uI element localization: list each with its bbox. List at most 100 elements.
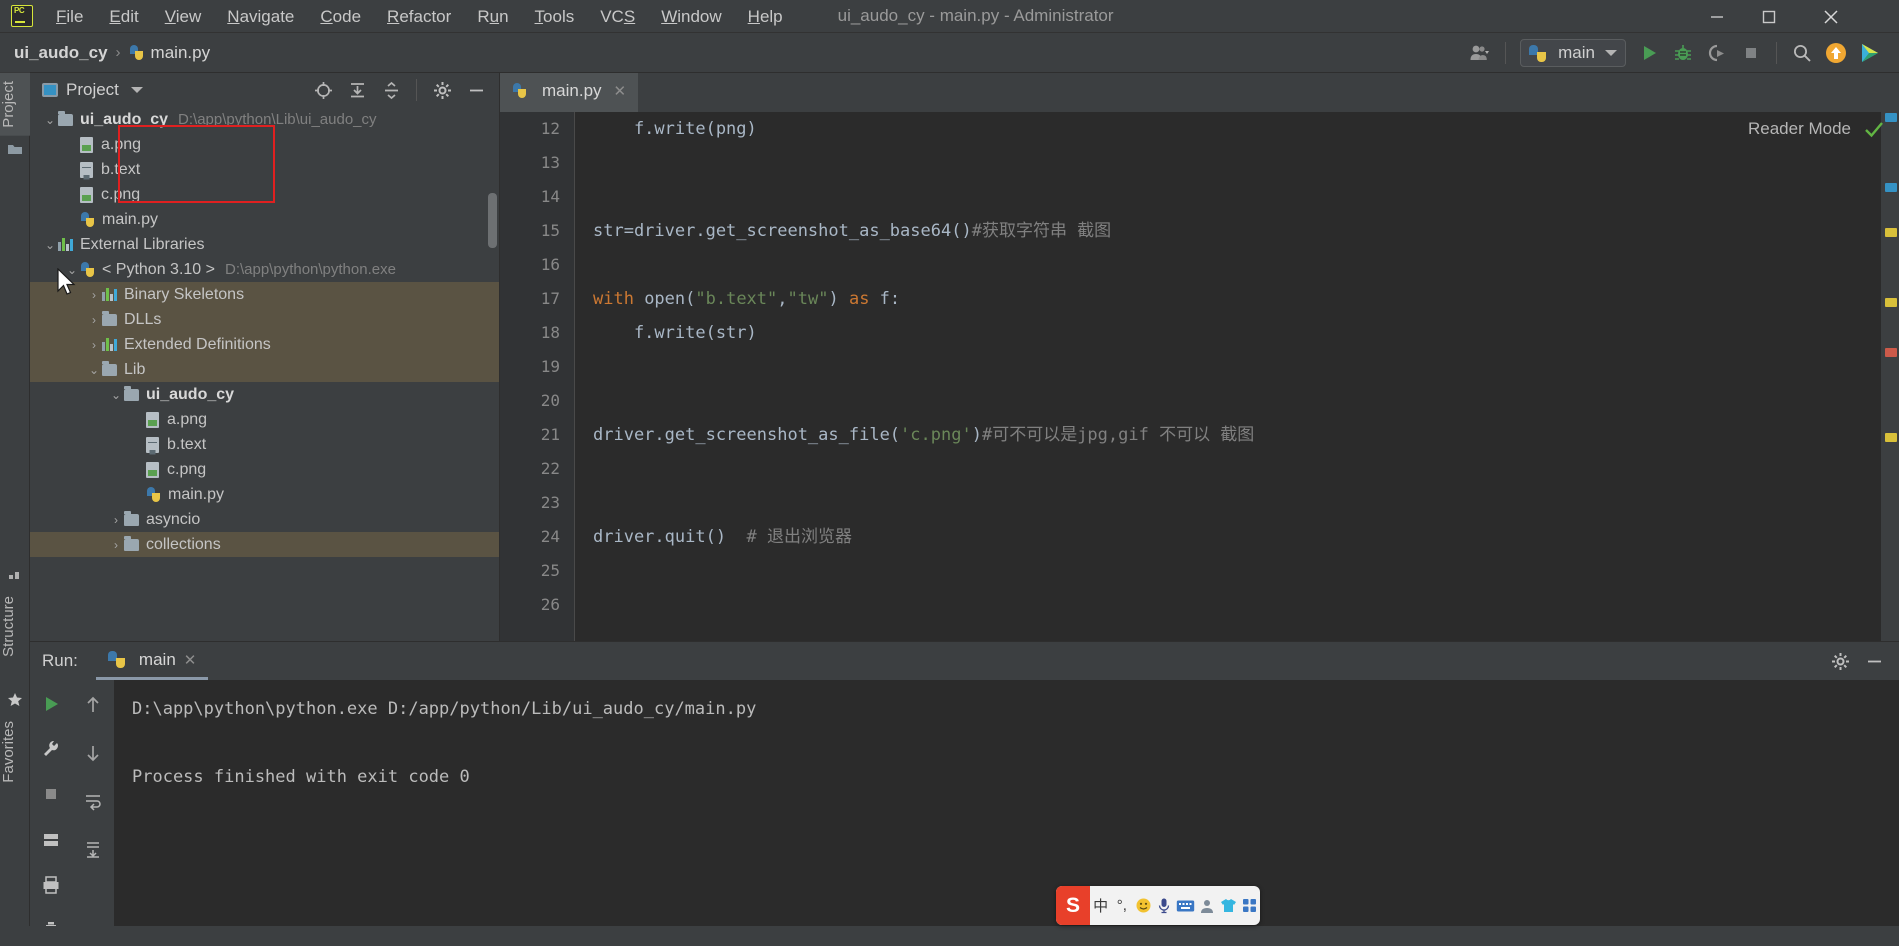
- tree-node-collections[interactable]: › collections: [30, 532, 499, 557]
- tree-node-binskel[interactable]: › Binary Skeletons: [30, 282, 499, 307]
- code-line[interactable]: driver.get_screenshot_as_file('c.png')#可…: [593, 418, 1899, 452]
- scroll-end-icon[interactable]: [76, 832, 110, 866]
- layout-icon[interactable]: [34, 824, 68, 855]
- tree-node-main_py_1[interactable]: main.py: [30, 207, 499, 232]
- collapse-all-icon[interactable]: [374, 73, 408, 107]
- skin-icon[interactable]: [1218, 886, 1239, 925]
- code-line[interactable]: f.write(png): [593, 112, 1899, 146]
- code-text[interactable]: f.write(png) str=driver.get_screenshot_as…: [593, 112, 1899, 641]
- menu-item-refactor[interactable]: Refactor: [374, 0, 464, 33]
- sidebar-item-project[interactable]: Project: [0, 73, 30, 136]
- debug-icon[interactable]: [1666, 36, 1700, 70]
- project-tree[interactable]: ⌄ ui_audo_cy D:\app\python\Lib\ui_audo_cy a…: [30, 107, 499, 641]
- chevron-down-icon[interactable]: ⌄: [86, 363, 102, 377]
- chevron-right-icon[interactable]: ›: [86, 313, 102, 327]
- menu-item-view[interactable]: View: [152, 0, 215, 33]
- tree-node-b_text_2[interactable]: b.text: [30, 432, 499, 457]
- maximize-button[interactable]: [1743, 0, 1795, 33]
- voice-input-icon[interactable]: [1154, 886, 1175, 925]
- code-line[interactable]: [593, 248, 1899, 282]
- update-project-icon[interactable]: [1819, 36, 1853, 70]
- select-opened-file-icon[interactable]: [306, 73, 340, 107]
- run-coverage-icon[interactable]: [1700, 36, 1734, 70]
- stop-icon[interactable]: [1734, 36, 1768, 70]
- inspection-ok-icon[interactable]: [1863, 118, 1885, 140]
- tree-node-uiaudocy2[interactable]: ⌄ ui_audo_cy: [30, 382, 499, 407]
- emoji-icon[interactable]: [1133, 886, 1154, 925]
- tree-node-py310[interactable]: ⌄ < Python 3.10 > D:\app\python\python.exe: [30, 257, 499, 282]
- toolbox-icon[interactable]: [1239, 886, 1260, 925]
- menu-item-window[interactable]: Window: [648, 0, 734, 33]
- code-line[interactable]: [593, 486, 1899, 520]
- settings-gear-icon[interactable]: [425, 73, 459, 107]
- soft-wrap-icon[interactable]: [76, 784, 110, 818]
- hide-panel-icon[interactable]: [1857, 644, 1891, 678]
- tree-node-b_text_1[interactable]: b.text: [30, 157, 499, 182]
- code-line[interactable]: str=driver.get_screenshot_as_base64()#获取…: [593, 214, 1899, 248]
- minimize-button[interactable]: [1691, 0, 1743, 33]
- chevron-right-icon[interactable]: ›: [108, 538, 124, 552]
- close-icon[interactable]: ✕: [614, 82, 627, 100]
- project-scrollbar[interactable]: [488, 193, 497, 248]
- code-line[interactable]: f.write(str): [593, 316, 1899, 350]
- user-icon[interactable]: [1196, 886, 1217, 925]
- code-line[interactable]: [593, 180, 1899, 214]
- language-mode-icon[interactable]: 中: [1090, 886, 1111, 925]
- code-line[interactable]: [593, 384, 1899, 418]
- menu-item-file[interactable]: File: [43, 0, 96, 33]
- close-icon[interactable]: ✕: [184, 651, 197, 669]
- breadcrumb-item-ui_audo_cy[interactable]: ui_audo_cy: [14, 43, 108, 63]
- tree-node-dlls[interactable]: › DLLs: [30, 307, 499, 332]
- code-line[interactable]: [593, 452, 1899, 486]
- editor-marker-strip[interactable]: [1881, 73, 1899, 641]
- tree-node-extdefs[interactable]: › Extended Definitions: [30, 332, 499, 357]
- settings-wrench-icon[interactable]: [34, 733, 68, 764]
- tree-node-root[interactable]: ⌄ ui_audo_cy D:\app\python\Lib\ui_audo_cy: [30, 107, 499, 132]
- tree-node-c_png_2[interactable]: c.png: [30, 457, 499, 482]
- run-console-output[interactable]: D:\app\python\python.exe D:/app/python/L…: [114, 680, 1899, 946]
- chevron-right-icon[interactable]: ›: [108, 513, 124, 527]
- hide-panel-icon[interactable]: [459, 73, 493, 107]
- settings-gear-icon[interactable]: [1823, 644, 1857, 678]
- stop-icon[interactable]: [34, 779, 68, 810]
- print-icon[interactable]: [34, 869, 68, 900]
- sidebar-item-favorites[interactable]: Favorites: [0, 713, 30, 791]
- down-arrow-icon[interactable]: [76, 736, 110, 770]
- punctuation-icon[interactable]: °,: [1111, 886, 1132, 925]
- code-canvas[interactable]: 12 13 14 15 16 17 18 19 20 21 22 23 24 25 26 f.write(p…: [500, 112, 1899, 641]
- chevron-right-icon[interactable]: ›: [86, 338, 102, 352]
- menu-item-navigate[interactable]: Navigate: [214, 0, 307, 33]
- rerun-icon[interactable]: [34, 688, 68, 719]
- code-line[interactable]: with open("b.text","tw") as f:: [593, 282, 1899, 316]
- project-folder-icon[interactable]: [0, 136, 30, 162]
- breadcrumb-item-main-py[interactable]: main.py: [129, 43, 210, 63]
- tree-node-a_png_1[interactable]: a.png: [30, 132, 499, 157]
- expand-all-icon[interactable]: [340, 73, 374, 107]
- code-line[interactable]: driver.quit() # 退出浏览器: [593, 520, 1899, 554]
- soft-keyboard-icon[interactable]: [1175, 886, 1196, 925]
- chevron-down-icon[interactable]: ⌄: [108, 388, 124, 402]
- up-arrow-icon[interactable]: [76, 688, 110, 722]
- menu-item-code[interactable]: Code: [307, 0, 374, 33]
- tree-node-a_png_2[interactable]: a.png: [30, 407, 499, 432]
- chevron-down-icon[interactable]: ⌄: [42, 113, 58, 127]
- menu-item-tools[interactable]: Tools: [522, 0, 588, 33]
- code-line[interactable]: [593, 146, 1899, 180]
- menu-item-help[interactable]: Help: [735, 0, 796, 33]
- chevron-right-icon[interactable]: ›: [86, 288, 102, 302]
- menu-item-vcs[interactable]: VCS: [587, 0, 648, 33]
- sogou-ime-logo-icon[interactable]: S: [1056, 886, 1090, 925]
- run-tab-main[interactable]: main ✕: [95, 642, 209, 680]
- close-button[interactable]: [1805, 0, 1857, 33]
- run-icon[interactable]: [1632, 36, 1666, 70]
- tree-node-c_png_1[interactable]: c.png: [30, 182, 499, 207]
- code-line[interactable]: [593, 588, 1899, 622]
- sidebar-item-structure[interactable]: Structure: [0, 588, 30, 665]
- chevron-down-icon[interactable]: [130, 87, 143, 93]
- tree-node-extlibs[interactable]: ⌄ External Libraries: [30, 232, 499, 257]
- ide-features-icon[interactable]: [1853, 36, 1887, 70]
- code-line[interactable]: [593, 554, 1899, 588]
- search-everywhere-icon[interactable]: [1785, 36, 1819, 70]
- editor-tab-main-py[interactable]: main.py ✕: [500, 73, 639, 112]
- favorites-star-icon[interactable]: [0, 687, 30, 713]
